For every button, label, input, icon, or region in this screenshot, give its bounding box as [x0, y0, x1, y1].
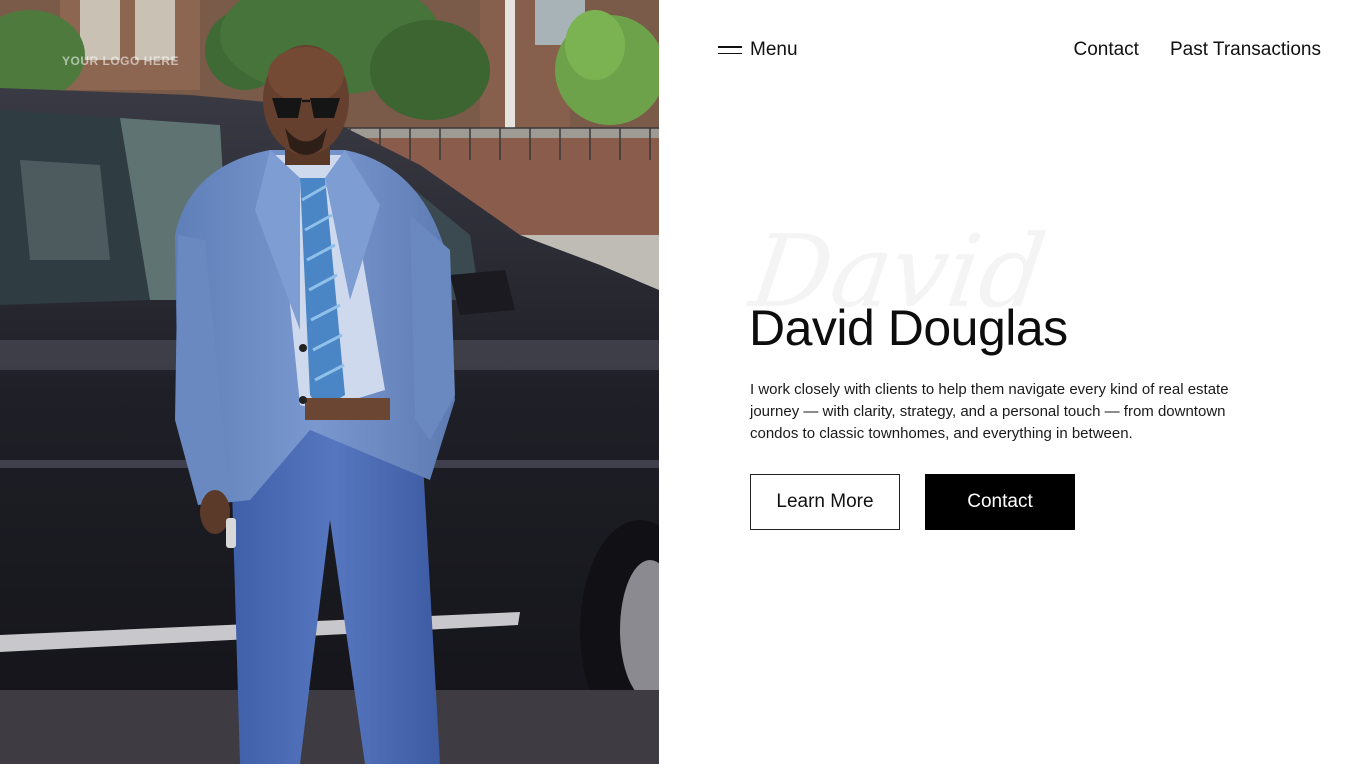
logo-watermark: YOUR LOGO HERE	[62, 54, 180, 68]
menu-toggle[interactable]: Menu	[718, 36, 798, 64]
top-nav: Contact Past Transactions	[1073, 36, 1321, 64]
hamburger-menu-icon[interactable]	[718, 46, 742, 54]
learn-more-button[interactable]: Learn More	[750, 474, 900, 530]
hero-title: David Douglas	[749, 300, 1068, 356]
hero-description: I work closely with clients to help them…	[750, 381, 1229, 442]
nav-link-contact[interactable]: Contact	[1073, 39, 1138, 61]
nav-link-past-transactions[interactable]: Past Transactions	[1170, 39, 1321, 61]
contact-button[interactable]: Contact	[925, 474, 1075, 530]
page: YOUR LOGO HERE Menu Contact Past Transac…	[0, 0, 1366, 768]
hero-photo: YOUR LOGO HERE	[0, 0, 659, 764]
menu-label[interactable]: Menu	[750, 39, 798, 61]
